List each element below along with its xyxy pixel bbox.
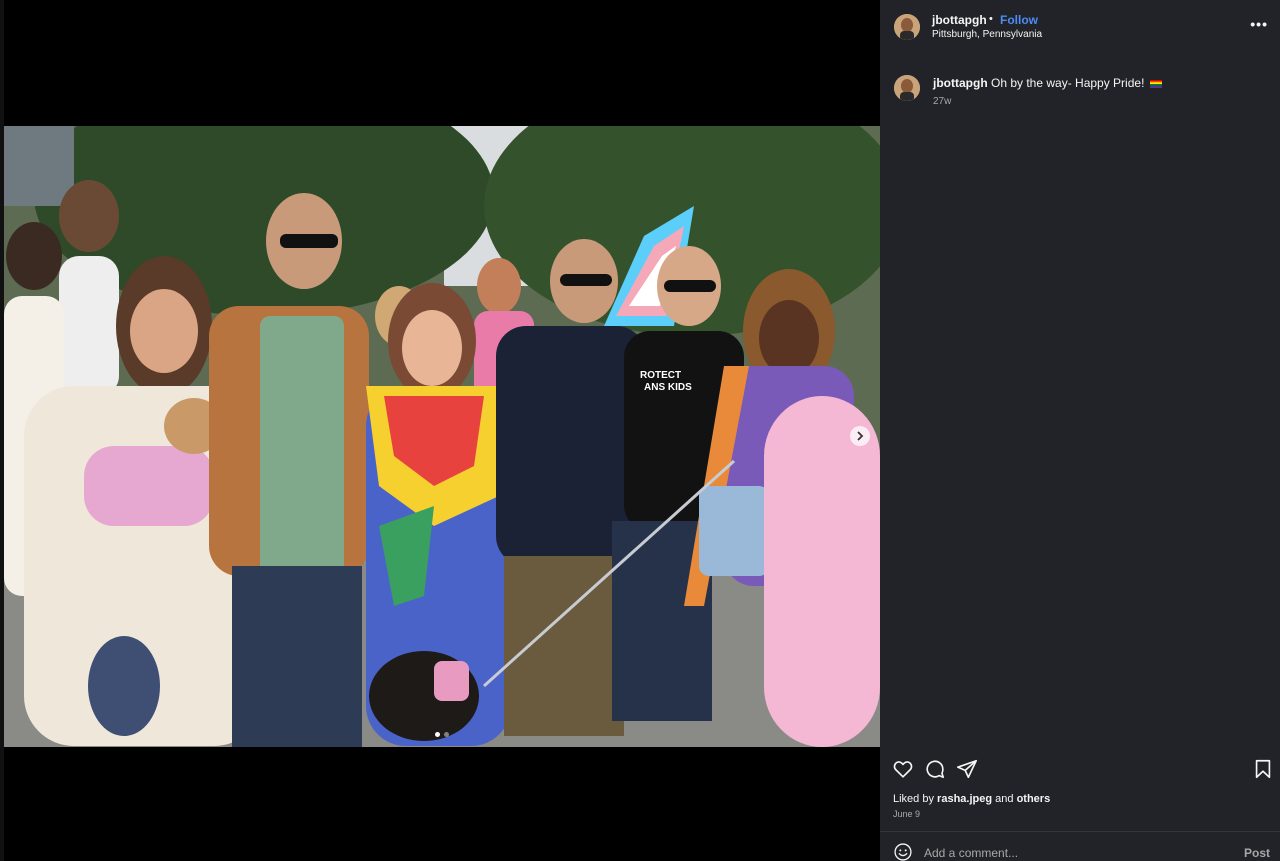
post-photo[interactable]: ROTECT ANS KIDS	[4, 126, 880, 747]
likes-conjunction: and	[995, 793, 1014, 805]
carousel-dots	[435, 732, 449, 737]
comment-input[interactable]	[924, 842, 1224, 861]
post-side-panel: jbottapgh • Follow Pittsburgh, Pennsylva…	[880, 0, 1280, 861]
next-image-button[interactable]	[850, 426, 870, 446]
post-date[interactable]: June 9	[893, 809, 920, 819]
liked-by-user[interactable]: rasha.jpeg	[937, 793, 992, 805]
emoji-icon[interactable]	[893, 842, 913, 861]
avatar-image	[894, 75, 920, 101]
avatar-image	[894, 14, 920, 40]
chevron-right-icon	[857, 431, 864, 441]
rainbow-flag-icon	[1149, 79, 1162, 88]
caption-avatar[interactable]	[894, 75, 920, 101]
likes-others-link[interactable]: others	[1017, 793, 1051, 805]
comment-icon[interactable]	[924, 758, 946, 780]
comment-bar: Post	[880, 838, 1280, 861]
likes-prefix: Liked by	[893, 793, 934, 805]
caption-body: Oh by the way- Happy Pride!	[991, 76, 1145, 90]
share-icon[interactable]	[956, 758, 978, 780]
follow-button[interactable]: Follow	[1000, 13, 1038, 27]
more-options-button[interactable]: •••	[1250, 16, 1268, 32]
carousel-dot	[444, 732, 449, 737]
bookmark-icon[interactable]	[1252, 758, 1274, 780]
shirt-text-line-1: ROTECT	[640, 370, 681, 381]
username-link[interactable]: jbottapgh	[932, 13, 987, 27]
likes-summary: Liked by rasha.jpeg and others	[893, 793, 1050, 805]
media-pane: ROTECT ANS KIDS	[0, 0, 880, 861]
action-bar	[880, 756, 1280, 784]
post-header: jbottapgh • Follow Pittsburgh, Pennsylva…	[880, 0, 1280, 56]
divider	[880, 831, 1280, 832]
post-comment-button[interactable]: Post	[1244, 846, 1270, 860]
separator-dot: •	[989, 13, 993, 25]
caption-username[interactable]: jbottapgh	[933, 76, 988, 90]
caption-timestamp[interactable]: 27w	[933, 96, 951, 107]
carousel-dot-active	[435, 732, 440, 737]
heart-icon[interactable]	[892, 758, 914, 780]
location-link[interactable]: Pittsburgh, Pennsylvania	[932, 29, 1042, 40]
photo-illustration: ROTECT ANS KIDS	[4, 126, 880, 747]
avatar[interactable]	[894, 14, 920, 40]
shirt-text-line-2: ANS KIDS	[644, 382, 692, 393]
caption-text: jbottapgh Oh by the way- Happy Pride!	[933, 76, 1263, 90]
